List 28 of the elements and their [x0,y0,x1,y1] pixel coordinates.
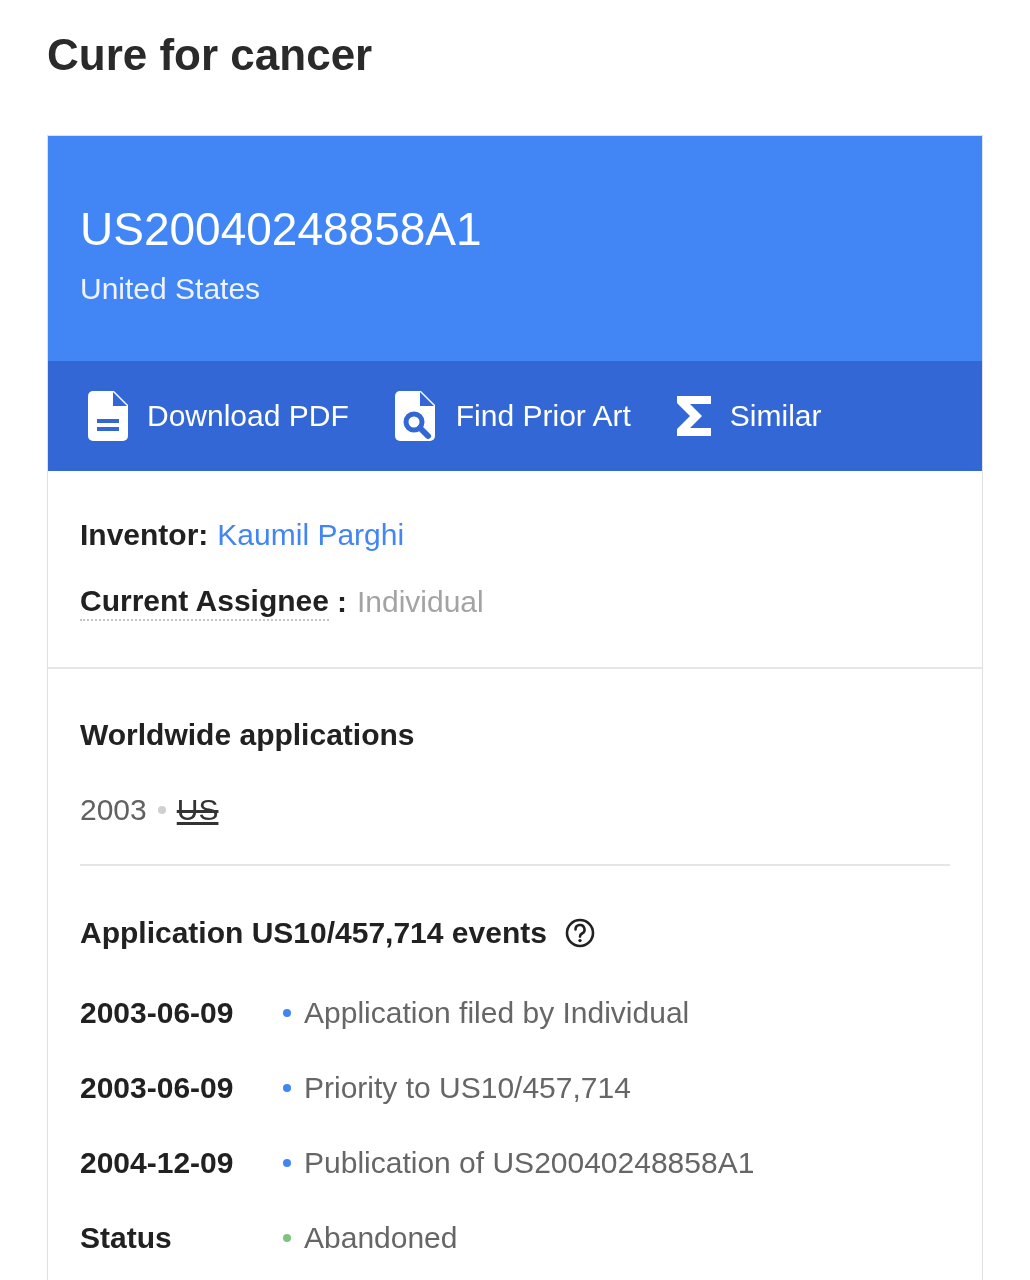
page-title: Cure for cancer [47,29,373,81]
country-name: United States [80,271,261,307]
sigma-icon [676,396,711,436]
event-text: Priority to US10/457,714 [304,1071,632,1105]
publication-number: US20040248858A1 [80,202,482,256]
event-date: 2003-06-09 [80,1071,235,1105]
assignee-value: Individual [356,585,484,619]
country-link[interactable]: US [176,793,219,827]
help-icon[interactable] [564,918,595,948]
document-search-icon [394,391,437,441]
action-button[interactable]: Download PDF [88,391,349,441]
event-text: Abandoned [304,1221,459,1255]
action-button[interactable]: Find Prior Art [394,391,631,441]
document-icon [88,391,128,441]
event-text: Publication of US20040248858A1 [304,1146,756,1180]
assignee-label[interactable]: Current Assignee [80,583,329,621]
event-date: 2004-12-09 [80,1146,235,1180]
event-text: Application filed by Individual [304,996,691,1030]
event-date: Status [80,1221,173,1255]
inventor-link[interactable]: Kaumil Parghi [217,518,405,552]
section-title: Application US10/457,714 events [80,915,547,951]
inventor-label: Inventor: [80,518,209,552]
label-separator: : [336,585,347,619]
dot-icon [157,806,166,814]
application-year: 2003 [80,793,147,827]
section-title: Worldwide applications [80,717,416,753]
action-button[interactable]: Similar [676,396,822,436]
event-date: 2003-06-09 [80,996,235,1030]
